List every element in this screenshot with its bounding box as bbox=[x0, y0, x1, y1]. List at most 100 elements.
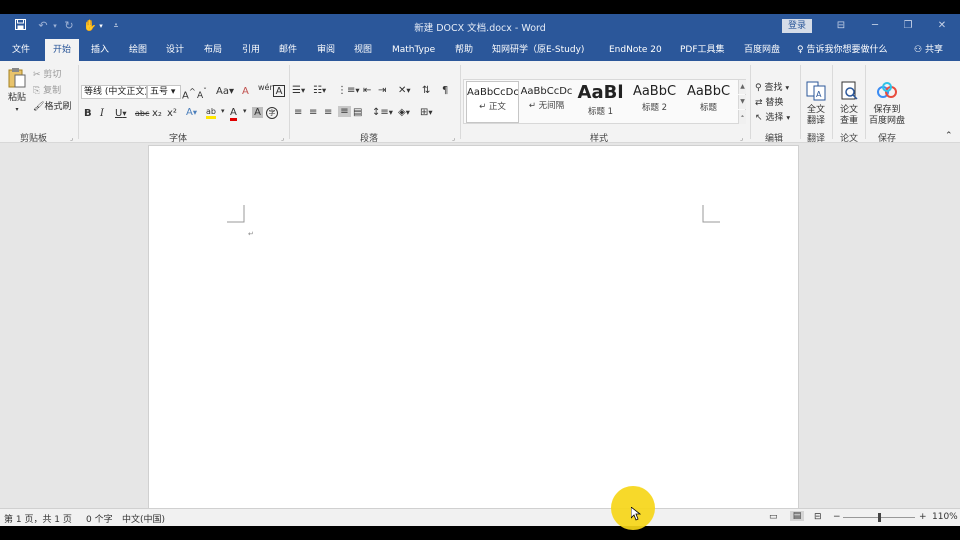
styles-scroll-down-icon[interactable]: ▼ bbox=[738, 95, 746, 109]
styles-scroll-up-icon[interactable]: ▲ bbox=[738, 80, 746, 94]
redo-icon[interactable]: ↻ bbox=[62, 19, 76, 33]
line-spacing-icon[interactable]: ↕≡▾ bbox=[372, 107, 393, 118]
format-painter-button[interactable]: 🖌格式刷 bbox=[33, 99, 71, 112]
tab-insert[interactable]: 插入 bbox=[91, 39, 109, 61]
ribbon-display-options-icon[interactable]: ⊟ bbox=[826, 18, 856, 34]
font-size-dropdown[interactable]: 五号 ▾ bbox=[147, 85, 181, 99]
text-effects-icon[interactable]: A▾ bbox=[186, 107, 197, 118]
style-heading-1[interactable]: AaBl 标题 1 bbox=[574, 81, 627, 123]
login-button[interactable]: 登录 bbox=[782, 19, 812, 33]
tab-baidu-netdisk[interactable]: 百度网盘 bbox=[744, 39, 780, 61]
tab-mathtype[interactable]: MathType bbox=[392, 39, 435, 61]
document-page[interactable]: ↵ bbox=[148, 145, 799, 526]
read-mode-icon[interactable]: ▭ bbox=[769, 512, 778, 522]
paper-check-button[interactable]: 论文 查重 bbox=[836, 81, 862, 127]
show-formatting-marks-icon[interactable]: ¶ bbox=[442, 85, 448, 96]
close-icon[interactable]: ✕ bbox=[927, 18, 957, 34]
touch-mode-icon[interactable]: ✋ bbox=[83, 19, 97, 33]
tab-layout[interactable]: 布局 bbox=[204, 39, 222, 61]
strikethrough-icon[interactable]: abc bbox=[135, 109, 149, 118]
shrink-font-icon[interactable]: Aˇ bbox=[197, 87, 207, 101]
collapse-ribbon-icon[interactable]: ⌃ bbox=[945, 131, 953, 141]
tab-view[interactable]: 视图 bbox=[354, 39, 372, 61]
subscript-icon[interactable]: x₂ bbox=[152, 108, 162, 119]
print-layout-icon[interactable]: ▤ bbox=[790, 511, 804, 521]
paste-button[interactable]: 粘贴 ▾ bbox=[5, 67, 29, 115]
increase-indent-icon[interactable]: ⇥ bbox=[378, 85, 386, 96]
full-text-translate-button[interactable]: A 全文 翻译 bbox=[803, 81, 829, 127]
multilevel-list-icon[interactable]: ⋮≡▾ bbox=[337, 85, 360, 96]
underline-icon[interactable]: U▾ bbox=[115, 108, 127, 119]
replace-button[interactable]: ⇄ 替换 bbox=[755, 95, 783, 108]
touch-dropdown-icon[interactable]: ▾ bbox=[97, 19, 105, 33]
clipboard-launcher-icon[interactable]: ⌟ bbox=[70, 134, 73, 142]
save-icon[interactable] bbox=[12, 19, 28, 33]
cut-button[interactable]: ✂ 剪切 bbox=[33, 67, 61, 80]
grow-font-icon[interactable]: A^ bbox=[182, 86, 196, 101]
tell-me-search[interactable]: ♀ 告诉我你想要做什么 bbox=[797, 39, 887, 61]
language-indicator[interactable]: 中文(中国) bbox=[122, 512, 165, 525]
character-shading-icon[interactable]: A bbox=[252, 107, 263, 118]
undo-icon[interactable]: ↶ bbox=[35, 19, 51, 33]
zoom-in-icon[interactable]: + bbox=[919, 512, 927, 522]
highlight-dropdown-icon[interactable]: ▾ bbox=[221, 107, 225, 115]
find-button[interactable]: ⚲ 查找 ▾ bbox=[755, 80, 789, 93]
paragraph-launcher-icon[interactable]: ⌟ bbox=[452, 134, 455, 142]
zoom-level[interactable]: 110% bbox=[932, 512, 958, 522]
customize-qat-icon[interactable]: ⩡ bbox=[110, 19, 122, 33]
style-heading-2[interactable]: AaBbC 标题 2 bbox=[628, 81, 681, 123]
copy-button[interactable]: ⎘ 复制 bbox=[33, 83, 61, 96]
italic-icon[interactable]: I bbox=[100, 108, 104, 119]
enclose-characters-icon[interactable]: 字 bbox=[266, 107, 278, 119]
justify-icon[interactable]: ≡ bbox=[338, 106, 351, 117]
tab-home[interactable]: 开始 bbox=[45, 39, 80, 61]
tab-references[interactable]: 引用 bbox=[242, 39, 260, 61]
zoom-slider-thumb[interactable] bbox=[878, 513, 881, 522]
change-case-icon[interactable]: Aa▾ bbox=[216, 86, 234, 97]
borders-icon[interactable]: ⊞▾ bbox=[420, 107, 433, 118]
tab-endnote[interactable]: EndNote 20 bbox=[609, 39, 662, 61]
align-left-icon[interactable]: ≡ bbox=[294, 107, 302, 118]
character-border-icon[interactable]: A bbox=[273, 85, 285, 97]
tab-help[interactable]: 帮助 bbox=[455, 39, 473, 61]
style-no-spacing[interactable]: AaBbCcDc ↵ 无间隔 bbox=[520, 81, 573, 123]
undo-dropdown-icon[interactable]: ▾ bbox=[51, 19, 59, 33]
distributed-icon[interactable]: ▤ bbox=[353, 107, 362, 118]
tab-draw[interactable]: 绘图 bbox=[129, 39, 147, 61]
clear-formatting-icon[interactable]: A bbox=[242, 86, 249, 97]
select-button[interactable]: ↖ 选择 ▾ bbox=[755, 110, 790, 123]
highlight-color-icon[interactable]: ab bbox=[206, 107, 216, 119]
styles-more-icon[interactable]: ⩡ bbox=[738, 110, 746, 124]
styles-launcher-icon[interactable]: ⌟ bbox=[740, 134, 743, 142]
font-launcher-icon[interactable]: ⌟ bbox=[281, 134, 284, 142]
font-color-dropdown-icon[interactable]: ▾ bbox=[243, 107, 247, 115]
share-button[interactable]: ⚇ 共享 bbox=[914, 39, 943, 61]
align-right-icon[interactable]: ≡ bbox=[324, 107, 332, 118]
tab-design[interactable]: 设计 bbox=[166, 39, 184, 61]
tab-review[interactable]: 审阅 bbox=[317, 39, 335, 61]
decrease-indent-icon[interactable]: ⇤ bbox=[363, 85, 371, 96]
paragraph-shading-icon[interactable]: ◈▾ bbox=[398, 107, 410, 118]
save-to-baidu-button[interactable]: 保存到 百度网盘 bbox=[867, 81, 907, 127]
tab-estudy[interactable]: 知网研学（原E-Study) bbox=[492, 39, 584, 61]
style-normal[interactable]: AaBbCcDc ↵ 正文 bbox=[466, 81, 519, 123]
align-center-icon[interactable]: ≡ bbox=[309, 107, 317, 118]
chinese-layout-icon[interactable]: ✕▾ bbox=[398, 85, 411, 96]
font-color-icon[interactable]: A bbox=[230, 107, 237, 121]
zoom-out-icon[interactable]: − bbox=[833, 512, 841, 522]
tab-file[interactable]: 文件 bbox=[12, 39, 30, 61]
style-title[interactable]: AaBbC 标题 bbox=[682, 81, 735, 123]
page-count[interactable]: 第 1 页，共 1 页 bbox=[4, 512, 72, 525]
word-count[interactable]: 0 个字 bbox=[86, 512, 113, 525]
bold-icon[interactable]: B bbox=[84, 108, 92, 119]
maximize-icon[interactable]: ❐ bbox=[893, 18, 923, 34]
sort-icon[interactable]: ⇅ bbox=[422, 85, 430, 96]
numbering-icon[interactable]: ☷▾ bbox=[313, 85, 326, 96]
tab-pdf-tools[interactable]: PDF工具集 bbox=[680, 39, 725, 61]
bullets-icon[interactable]: ☰▾ bbox=[292, 85, 305, 96]
minimize-icon[interactable]: ─ bbox=[860, 18, 890, 34]
web-layout-icon[interactable]: ⊟ bbox=[814, 512, 822, 522]
tab-mailings[interactable]: 邮件 bbox=[279, 39, 297, 61]
font-name-dropdown[interactable]: 等线 (中文正文) bbox=[81, 85, 147, 99]
superscript-icon[interactable]: x² bbox=[167, 108, 177, 119]
